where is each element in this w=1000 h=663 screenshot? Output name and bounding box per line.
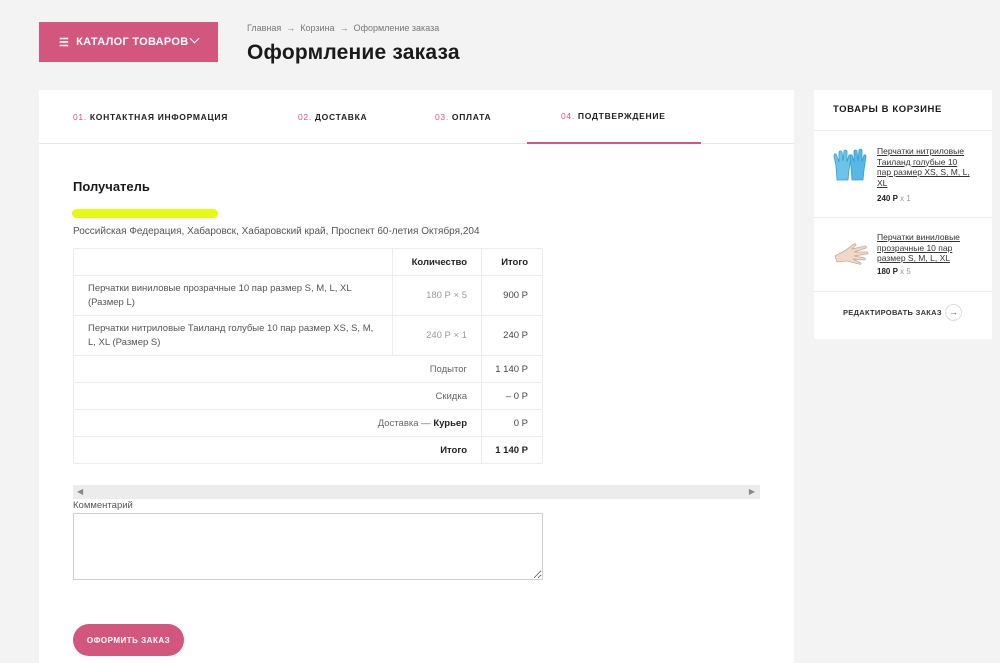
page-title: Оформление заказа [247,41,460,64]
discount-row: Скидка – 0 Р [73,382,543,410]
step-label: КОНТАКТНАЯ ИНФОРМАЦИЯ [89,112,229,122]
scroll-left-icon[interactable]: ◀ [77,487,83,496]
order-table: Количество Итого Перчатки виниловые проз… [73,248,543,464]
grand-total-value: 1 140 Р [481,436,543,464]
menu-icon: ☰ [59,36,70,49]
delivery-row: Доставка — Курьер 0 Р [73,409,543,437]
scroll-right-icon[interactable]: ▶ [749,487,755,496]
table-header-row: Количество Итого [73,248,543,276]
delivery-value: 0 Р [481,409,543,437]
step-number: 03. [435,112,449,122]
step-label: ПОДТВЕРЖДЕНИЕ [577,111,666,121]
table-row: Перчатки виниловые прозрачные 10 пар раз… [73,275,543,316]
delivery-method: Курьер [433,417,467,429]
submit-order-button[interactable]: ОФОРМИТЬ ЗАКАЗ [73,624,184,656]
horizontal-scrollbar[interactable]: ◀ ▶ [73,485,760,499]
table-row: Перчатки нитриловые Таиланд голубые 10 п… [73,315,543,356]
recipient-name-redacted [72,209,218,218]
clear-glove-icon[interactable] [832,232,870,270]
edit-order-link[interactable]: РЕДАКТИРОВАТЬ ЗАКАЗ [843,308,942,317]
cart-item-name[interactable]: Перчатки виниловые прозрачные 10 пар раз… [877,232,973,264]
comment-textarea[interactable] [73,513,543,580]
item-quantity: 240 Р × 1 [392,315,482,356]
cart-item-price-value: 240 Р [877,194,898,203]
item-name: Перчатки виниловые прозрачные 10 пар раз… [73,275,393,316]
arrow-right-icon[interactable]: → [945,304,962,321]
item-total: 900 Р [481,275,543,316]
recipient-address: Российская Федерация, Хабаровск, Хабаров… [73,226,480,237]
delivery-label-cell: Доставка — Курьер [73,409,482,437]
step-number: 01. [73,112,87,122]
catalog-button[interactable]: ☰ КАТАЛОГ ТОВАРОВ [39,22,218,62]
cart-item: Перчатки виниловые прозрачные 10 пар раз… [814,217,992,291]
step-payment[interactable]: 03. ОПЛАТА [435,90,491,144]
cart-item-qty: x 5 [900,267,911,276]
catalog-label: КАТАЛОГ ТОВАРОВ [76,36,189,48]
cart-item-price-value: 180 Р [877,267,898,276]
item-name: Перчатки нитриловые Таиланд голубые 10 п… [73,315,393,356]
cart-item-price: 240 Р x 1 [877,194,911,203]
subtotal-row: Подытог 1 140 Р [73,355,543,383]
checkout-card: 01. КОНТАКТНАЯ ИНФОРМАЦИЯ 02. ДОСТАВКА 0… [39,90,794,663]
breadcrumb-separator: → [339,23,349,33]
breadcrumb: Главная → Корзина → Оформление заказа [247,23,439,33]
step-contact[interactable]: 01. КОНТАКТНАЯ ИНФОРМАЦИЯ [73,90,228,144]
discount-value: – 0 Р [481,382,543,410]
step-number: 02. [298,112,312,122]
step-delivery[interactable]: 02. ДОСТАВКА [298,90,367,144]
chevron-down-icon [189,33,200,44]
item-quantity: 180 Р × 5 [392,275,482,316]
step-label: ДОСТАВКА [314,112,368,122]
recipient-title: Получатель [73,179,150,194]
table-header-quantity: Количество [392,248,482,276]
divider [814,291,992,292]
subtotal-value: 1 140 Р [481,355,543,383]
table-header-total: Итого [481,248,543,276]
grand-total-row: Итого 1 140 Р [73,436,543,464]
cart-item-name[interactable]: Перчатки нитриловые Таиланд голубые 10 п… [877,146,973,188]
breadcrumb-separator: → [286,23,296,33]
breadcrumb-home[interactable]: Главная [247,23,281,33]
item-total: 240 Р [481,315,543,356]
step-number: 04. [561,111,575,121]
cart-sidebar: ТОВАРЫ В КОРЗИНЕ Перчатки нитриловые Таи… [814,90,992,339]
breadcrumb-current: Оформление заказа [353,23,440,33]
discount-label: Скидка [73,382,482,410]
cart-item-qty: x 1 [900,194,911,203]
delivery-label: Доставка — [377,417,431,429]
cart-item: Перчатки нитриловые Таиланд голубые 10 п… [814,130,992,217]
comment-label: Комментарий [73,500,133,511]
breadcrumb-cart[interactable]: Корзина [300,23,334,33]
cart-item-price: 180 Р x 5 [877,267,911,276]
step-label: ОПЛАТА [451,112,492,122]
table-header-name [73,248,393,276]
subtotal-label: Подытог [73,355,482,383]
cart-title: ТОВАРЫ В КОРЗИНЕ [833,104,942,115]
blue-gloves-icon[interactable] [832,146,870,184]
grand-total-label: Итого [73,436,482,464]
checkout-steps: 01. КОНТАКТНАЯ ИНФОРМАЦИЯ 02. ДОСТАВКА 0… [39,90,794,144]
step-confirmation[interactable]: 04. ПОДТВЕРЖДЕНИЕ [527,90,701,144]
